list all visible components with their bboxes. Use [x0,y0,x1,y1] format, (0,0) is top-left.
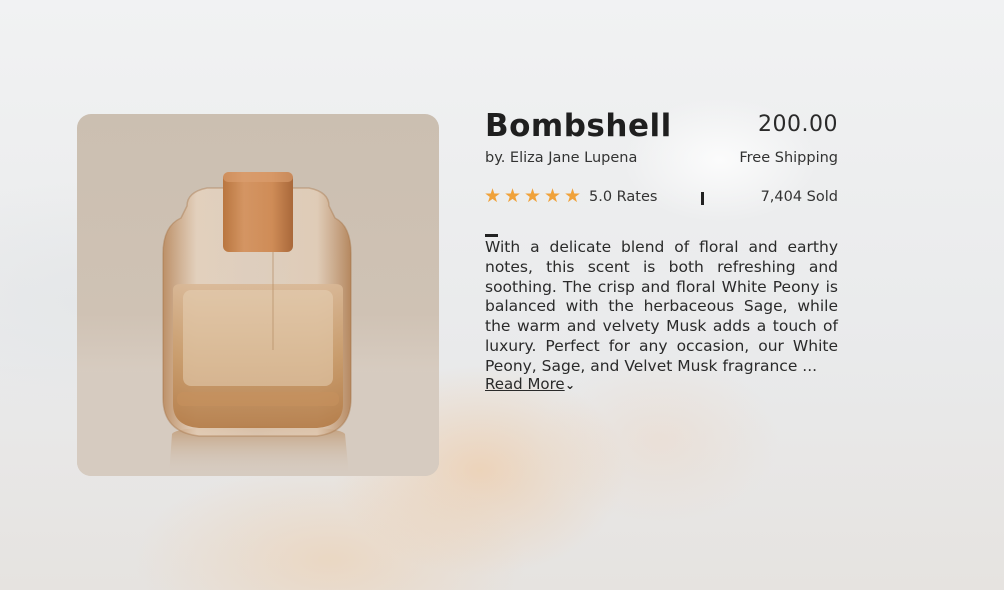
product-price: 200.00 [758,112,838,137]
star-icon: ★ [563,185,582,207]
product-description: With a delicate blend of floral and eart… [485,238,838,375]
rating-label: 5.0 Rates [589,189,658,205]
star-icon: ★ [523,185,542,207]
description-accent [485,234,498,237]
product-author: by. Eliza Jane Lupena [485,150,638,166]
read-more-link[interactable]: Read More [485,375,565,393]
sold-count: 7,404 Sold [760,189,838,205]
perfume-bottle-illustration [77,172,439,476]
product-title: Bombshell [485,108,672,144]
star-rating: ★ ★ ★ ★ ★ [483,184,582,208]
product-image [77,114,439,476]
shipping-info: Free Shipping [739,150,838,166]
divider [701,192,704,205]
star-icon: ★ [503,185,522,207]
chevron-down-icon[interactable]: ⌄ [565,378,575,392]
star-icon: ★ [483,185,502,207]
star-icon: ★ [543,185,562,207]
